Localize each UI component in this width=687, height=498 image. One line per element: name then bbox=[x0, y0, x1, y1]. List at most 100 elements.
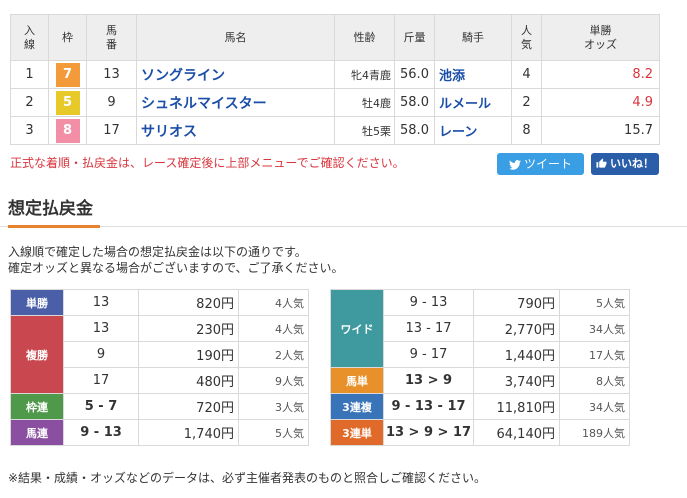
sex-age-cell: 牝4青鹿 bbox=[334, 60, 395, 89]
payout-row: 馬単 13 > 9 3,740円 8人気 bbox=[330, 367, 630, 394]
like-button[interactable]: いいね！ bbox=[591, 153, 659, 175]
header-rank-label: 入 線 bbox=[24, 23, 35, 51]
bet-type-label: 3連複 bbox=[330, 393, 384, 420]
payout-amount-cell: 230円 bbox=[138, 315, 239, 342]
bet-type-label: 馬単 bbox=[330, 367, 384, 394]
bet-type-label: ワイド bbox=[330, 289, 384, 368]
horse-number-cell: 13 bbox=[86, 60, 137, 89]
frame-badge: 8 bbox=[55, 118, 80, 143]
result-row: 2 5 9 シュネルマイスター 牡4鹿 58.0 ルメール 2 4.9 bbox=[10, 88, 660, 117]
header-odds: 単勝 オッズ bbox=[541, 14, 660, 61]
payout-popularity-cell: 2人気 bbox=[238, 341, 309, 368]
header-jockey: 騎手 bbox=[434, 14, 512, 61]
header-weight: 斤量 bbox=[394, 14, 435, 61]
bet-type-label: 単勝 bbox=[10, 289, 64, 316]
twitter-bird-icon bbox=[508, 160, 521, 170]
frame-badge: 7 bbox=[55, 62, 80, 87]
payout-amount-cell: 11,810円 bbox=[473, 393, 560, 420]
header-number: 馬 番 bbox=[86, 14, 137, 61]
jockey-link[interactable]: ルメール bbox=[434, 88, 512, 117]
win-odds-cell: 15.7 bbox=[541, 116, 660, 145]
horse-name-link[interactable]: ソングライン bbox=[136, 60, 335, 89]
payout-row: 単勝 13 820円 4人気 bbox=[10, 289, 309, 316]
payout-table-left: 単勝 13 820円 4人気 複勝 13 230円 4人気 9 190円 2人気 17 480円 9人気枠… bbox=[10, 289, 309, 446]
frame-cell: 8 bbox=[48, 116, 87, 145]
tweet-button[interactable]: ツイート bbox=[497, 153, 584, 175]
payout-row: 枠連 5 - 7 720円 3人気 bbox=[10, 393, 309, 420]
confirmation-notice: 正式な着順・払戻金は、レース確定後に上部メニューでご確認ください。 bbox=[10, 156, 405, 170]
horse-name-link[interactable]: サリオス bbox=[136, 116, 335, 145]
weight-cell: 58.0 bbox=[394, 88, 435, 117]
rank-cell: 2 bbox=[10, 88, 49, 117]
weight-cell: 58.0 bbox=[394, 116, 435, 145]
payout-popularity-cell: 9人気 bbox=[238, 367, 309, 394]
payout-popularity-cell: 8人気 bbox=[559, 367, 630, 394]
header-sexage-label: 性齢 bbox=[353, 30, 376, 44]
header-frame: 枠 bbox=[48, 14, 87, 61]
payout-popularity-cell: 189人気 bbox=[559, 419, 630, 446]
payout-row: 馬連 9 - 13 1,740円 5人気 bbox=[10, 419, 309, 446]
combination-cell: 17 bbox=[63, 367, 139, 394]
payout-popularity-cell: 34人気 bbox=[559, 315, 630, 342]
bet-type-label: 枠連 bbox=[10, 393, 64, 420]
payout-amount-cell: 64,140円 bbox=[473, 419, 560, 446]
horse-number-cell: 17 bbox=[86, 116, 137, 145]
combination-cell: 13 bbox=[63, 315, 139, 342]
horse-name-link[interactable]: シュネルマイスター bbox=[136, 88, 335, 117]
combination-cell: 9 - 13 - 17 bbox=[383, 393, 474, 420]
horse-number-cell: 9 bbox=[86, 88, 137, 117]
payout-amount-cell: 190円 bbox=[138, 341, 239, 368]
header-weight-label: 斤量 bbox=[403, 30, 426, 44]
combination-cell: 13 > 9 > 17 bbox=[383, 419, 474, 446]
combination-cell: 13 bbox=[63, 289, 139, 316]
payout-popularity-cell: 34人気 bbox=[559, 393, 630, 420]
combination-cell: 9 bbox=[63, 341, 139, 368]
sex-age-cell: 牡5栗 bbox=[334, 116, 395, 145]
bet-type-label: 3連単 bbox=[330, 419, 384, 446]
win-odds-cell: 8.2 bbox=[541, 60, 660, 89]
frame-cell: 7 bbox=[48, 60, 87, 89]
header-number-label: 馬 番 bbox=[106, 23, 117, 51]
header-odds-label: 単勝 オッズ bbox=[584, 23, 617, 51]
payout-amount-cell: 480円 bbox=[138, 367, 239, 394]
thumbs-up-icon bbox=[596, 158, 607, 168]
header-popularity: 人 気 bbox=[511, 14, 542, 61]
payout-amount-cell: 1,440円 bbox=[473, 341, 560, 368]
payout-amount-cell: 790円 bbox=[473, 289, 560, 316]
bet-type-label: 馬連 bbox=[10, 419, 64, 446]
result-row: 3 8 17 サリオス 牡5栗 58.0 レーン 8 15.7 bbox=[10, 116, 660, 145]
jockey-link[interactable]: レーン bbox=[434, 116, 512, 145]
race-results-table: 入 線 枠 馬 番 馬名 性齢 斤量 騎手 人 気 単勝 オッズ 1 7 13 ソング… bbox=[10, 14, 660, 145]
rank-cell: 3 bbox=[10, 116, 49, 145]
tweet-label: ツイート bbox=[523, 157, 572, 171]
combination-cell: 13 > 9 bbox=[383, 367, 474, 394]
payout-popularity-cell: 4人気 bbox=[238, 315, 309, 342]
payout-popularity-cell: 17人気 bbox=[559, 341, 630, 368]
payout-row: 3連複 9 - 13 - 17 11,810円 34人気 bbox=[330, 393, 630, 420]
header-horse-label: 馬名 bbox=[224, 30, 247, 44]
intro-line-2: 確定オッズと異なる場合がございますので、ご了承ください。 bbox=[8, 261, 344, 275]
header-sexage: 性齢 bbox=[334, 14, 395, 61]
payout-popularity-cell: 3人気 bbox=[238, 393, 309, 420]
payout-row: 複勝 13 230円 4人気 bbox=[10, 315, 309, 394]
results-header-row: 入 線 枠 馬 番 馬名 性齢 斤量 騎手 人 気 単勝 オッズ bbox=[10, 14, 660, 61]
popularity-cell: 8 bbox=[511, 116, 542, 145]
combination-cell: 5 - 7 bbox=[63, 393, 139, 420]
frame-cell: 5 bbox=[48, 88, 87, 117]
payout-popularity-cell: 4人気 bbox=[238, 289, 309, 316]
header-frame-label: 枠 bbox=[62, 30, 73, 44]
payout-table-right: ワイド 9 - 13 790円 5人気 13 - 17 2,770円 34人気 9 - 17 1… bbox=[330, 289, 630, 446]
payout-amount-cell: 720円 bbox=[138, 393, 239, 420]
section-title: 想定払戻金 bbox=[8, 199, 93, 219]
payout-amount-cell: 820円 bbox=[138, 289, 239, 316]
payout-amount-cell: 1,740円 bbox=[138, 419, 239, 446]
payout-row: 3連単 13 > 9 > 17 64,140円 189人気 bbox=[330, 419, 630, 446]
combination-cell: 13 - 17 bbox=[383, 315, 474, 342]
jockey-link[interactable]: 池添 bbox=[434, 60, 512, 89]
intro-text: 入線順で確定した場合の想定払戻金は以下の通りです。 確定オッズと異なる場合がござ… bbox=[8, 244, 344, 276]
header-rank: 入 線 bbox=[10, 14, 49, 61]
combination-cell: 9 - 13 bbox=[383, 289, 474, 316]
header-horse: 馬名 bbox=[136, 14, 335, 61]
result-row: 1 7 13 ソングライン 牝4青鹿 56.0 池添 4 8.2 bbox=[10, 60, 660, 89]
combination-cell: 9 - 17 bbox=[383, 341, 474, 368]
